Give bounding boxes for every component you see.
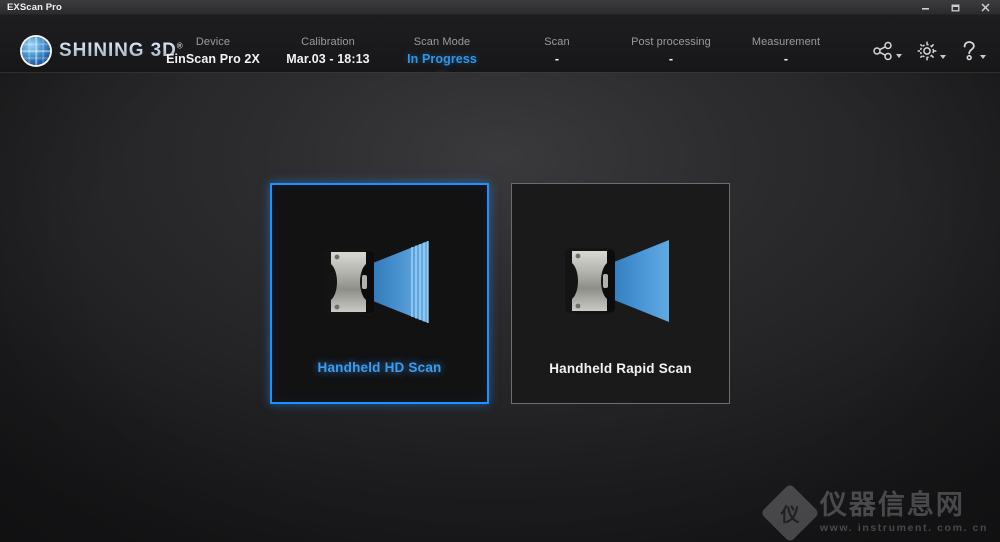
handheld-scanner-rapid-icon	[541, 226, 701, 336]
minimize-button[interactable]	[910, 0, 940, 15]
share-button[interactable]	[872, 41, 902, 61]
window-controls	[910, 0, 1000, 15]
scan-mode-card-handheld-rapid[interactable]: Handheld Rapid Scan	[511, 183, 730, 404]
settings-button[interactable]	[916, 40, 946, 62]
chevron-down-icon	[980, 55, 986, 59]
share-icon	[872, 41, 894, 61]
watermark-text: 仪器信息网 www. instrument. com. cn	[819, 490, 988, 535]
watermark-chinese: 仪器信息网	[819, 490, 965, 520]
close-button[interactable]	[970, 0, 1000, 15]
scan-mode-label: Handheld Rapid Scan	[549, 361, 692, 376]
workspace: Handheld HD Scan Handheld Rapid Scan 仪 仪…	[0, 73, 1000, 542]
app-header: SHINING 3D® Device EinScan Pro 2X Calibr…	[0, 15, 1000, 93]
chevron-down-icon	[896, 54, 902, 58]
help-icon	[960, 40, 978, 62]
watermark-badge-icon: 仪	[760, 482, 820, 542]
help-button[interactable]	[960, 40, 986, 62]
chevron-down-icon	[940, 55, 946, 59]
handheld-scanner-hd-icon	[300, 227, 460, 337]
gear-icon	[916, 40, 938, 62]
watermark-url: www. instrument. com. cn	[819, 522, 988, 534]
watermark-badge-glyph: 仪	[780, 504, 800, 525]
title-bar: EXScan Pro	[0, 0, 1000, 15]
scan-mode-selector: Handheld HD Scan Handheld Rapid Scan	[0, 183, 1000, 404]
header-tools	[872, 40, 986, 62]
step-measurement[interactable]: Measurement -	[711, 30, 861, 89]
exscan-pro-window: EXScan Pro SHINING 3D® Device EinScan Pr…	[0, 0, 1000, 542]
app-title: EXScan Pro	[7, 1, 62, 13]
scan-mode-card-handheld-hd[interactable]: Handheld HD Scan	[270, 183, 489, 404]
restore-button[interactable]	[940, 0, 970, 15]
step-name: Measurement	[751, 36, 821, 48]
step-value: -	[783, 52, 789, 66]
scan-mode-label: Handheld HD Scan	[317, 360, 442, 375]
site-watermark: 仪 仪器信息网 www. instrument. com. cn	[760, 482, 988, 542]
